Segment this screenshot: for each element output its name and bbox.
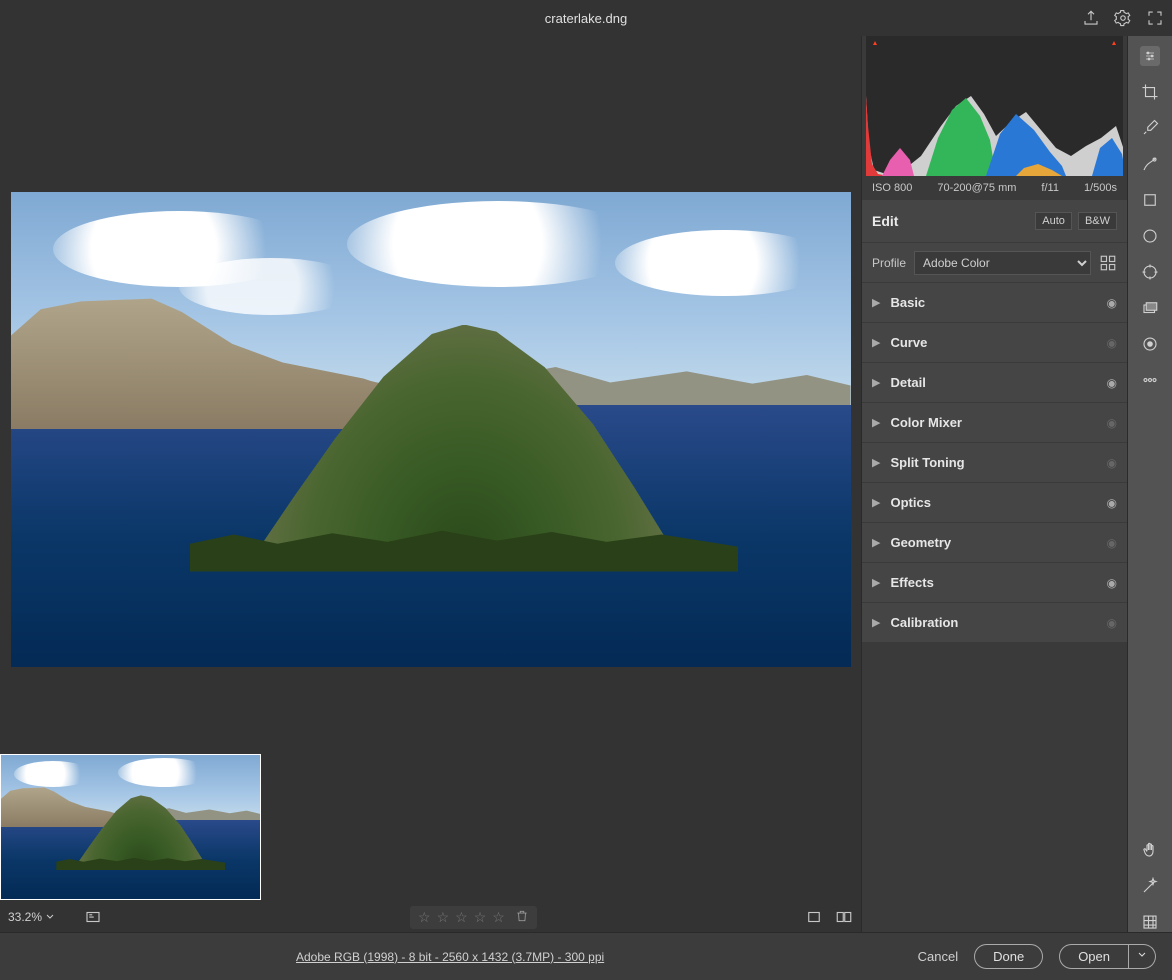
panel-list: ▶Basic◉ ▶Curve◉ ▶Detail◉ ▶Color Mixer◉ ▶… [862,282,1127,932]
zoom-level[interactable]: 33.2% [8,910,58,924]
star-5[interactable]: ☆ [492,909,505,926]
eye-icon[interactable]: ◉ [1107,616,1117,630]
shadow-clipping-icon[interactable] [870,38,880,48]
document-title: craterlake.dng [545,11,627,26]
chevron-right-icon: ▶ [872,336,880,349]
panel-basic[interactable]: ▶Basic◉ [862,282,1127,322]
eye-icon[interactable]: ◉ [1107,536,1117,550]
panel-effects[interactable]: ▶Effects◉ [862,562,1127,602]
fit-icon[interactable] [84,908,102,926]
panel-optics[interactable]: ▶Optics◉ [862,482,1127,522]
star-3[interactable]: ☆ [455,909,468,926]
profile-select[interactable]: Adobe Color [914,251,1091,275]
auto-button[interactable]: Auto [1035,212,1072,230]
exif-iso: ISO 800 [872,182,912,194]
canvas-viewport[interactable] [0,36,861,752]
export-icon[interactable] [1082,9,1100,27]
edit-sliders-icon[interactable] [1140,46,1160,66]
exif-row: ISO 800 70-200@75 mm f/11 1/500s [862,176,1127,200]
chevron-right-icon: ▶ [872,536,880,549]
chevron-right-icon: ▶ [872,456,880,469]
chevron-right-icon: ▶ [872,616,880,629]
crop-icon[interactable] [1140,82,1160,102]
histogram[interactable] [866,36,1123,176]
rating-bar: ☆ ☆ ☆ ☆ ☆ [410,906,537,929]
chevron-right-icon: ▶ [872,376,880,389]
chevron-right-icon: ▶ [872,416,880,429]
gear-icon[interactable] [1114,9,1132,27]
eye-icon[interactable]: ◉ [1107,296,1117,310]
star-4[interactable]: ☆ [474,909,487,926]
chevron-right-icon: ▶ [872,496,880,509]
single-view-icon[interactable] [805,908,823,926]
profile-browser-icon[interactable] [1099,254,1117,272]
chevron-right-icon: ▶ [872,296,880,309]
chevron-right-icon: ▶ [872,576,880,589]
profile-label: Profile [872,256,906,270]
eye-icon[interactable]: ◉ [1107,336,1117,350]
open-dropdown-icon[interactable] [1129,944,1156,969]
thumbnail[interactable] [0,754,261,900]
eye-icon[interactable]: ◉ [1107,496,1117,510]
star-1[interactable]: ☆ [418,909,431,926]
eye-icon[interactable]: ◉ [1107,416,1117,430]
eyedropper-icon[interactable] [1140,118,1160,138]
panel-detail[interactable]: ▶Detail◉ [862,362,1127,402]
open-button[interactable]: Open [1059,944,1129,969]
image-format-link[interactable]: Adobe RGB (1998) - 8 bit - 2560 x 1432 (… [296,950,604,964]
grid-icon[interactable] [1140,912,1160,932]
chevron-down-icon [45,912,55,922]
zoom-value: 33.2% [8,910,42,924]
cancel-button[interactable]: Cancel [918,949,958,964]
exif-shutter: 1/500s [1084,182,1117,194]
panel-color-mixer[interactable]: ▶Color Mixer◉ [862,402,1127,442]
panel-geometry[interactable]: ▶Geometry◉ [862,522,1127,562]
radial-icon[interactable] [1140,226,1160,246]
target-icon[interactable] [1140,262,1160,282]
fullscreen-icon[interactable] [1146,9,1164,27]
more-icon[interactable] [1140,370,1160,390]
mask-circle-icon[interactable] [1140,334,1160,354]
eye-icon[interactable]: ◉ [1107,576,1117,590]
edit-title: Edit [872,213,1029,229]
bw-button[interactable]: B&W [1078,212,1117,230]
done-button[interactable]: Done [974,944,1043,969]
magic-wand-icon[interactable] [1140,876,1160,896]
panel-split-toning[interactable]: ▶Split Toning◉ [862,442,1127,482]
star-2[interactable]: ☆ [437,909,450,926]
eye-icon[interactable]: ◉ [1107,456,1117,470]
filmstrip [0,752,861,902]
hand-icon[interactable] [1140,840,1160,860]
layers-icon[interactable] [1140,298,1160,318]
panel-curve[interactable]: ▶Curve◉ [862,322,1127,362]
exif-lens: 70-200@75 mm [937,182,1016,194]
panel-calibration[interactable]: ▶Calibration◉ [862,602,1127,642]
heal-brush-icon[interactable] [1140,154,1160,174]
main-image [11,192,851,667]
exif-aperture: f/11 [1041,182,1059,194]
square-icon[interactable] [1140,190,1160,210]
compare-view-icon[interactable] [835,908,853,926]
trash-icon[interactable] [515,909,529,926]
eye-icon[interactable]: ◉ [1107,376,1117,390]
highlight-clipping-icon[interactable] [1109,38,1119,48]
